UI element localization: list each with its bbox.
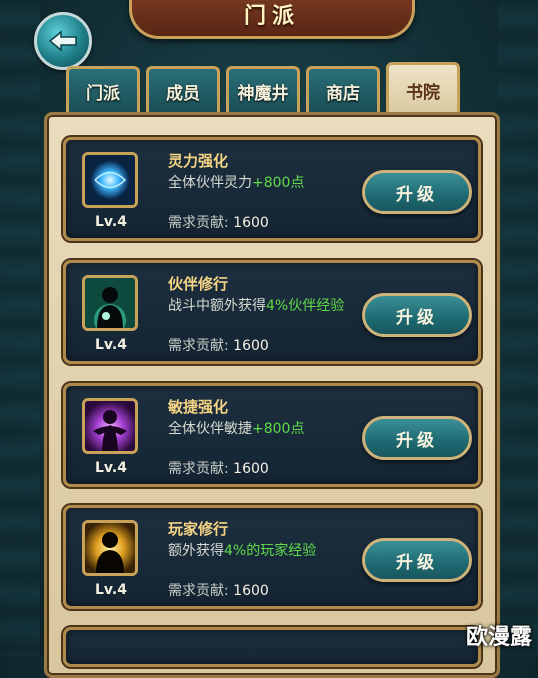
tab-members[interactable]: 成员 — [146, 66, 220, 114]
skill-card: Lv.4 玩家修行 额外获得4%的玩家经验 需求贡献: 1600 升级 — [63, 505, 481, 609]
skill-card: Lv.4 灵力强化 全体伙伴灵力+800点 需求贡献: 1600 升级 — [63, 137, 481, 241]
gold-silhouette-icon — [82, 520, 138, 576]
skill-level: Lv.4 — [95, 214, 127, 230]
back-button[interactable] — [34, 12, 92, 70]
skill-name: 伙伴修行 — [168, 275, 229, 293]
upgrade-button[interactable]: 升级 — [362, 170, 472, 214]
teal-silhouette-icon — [82, 275, 138, 331]
skill-cost: 需求贡献: 1600 — [168, 215, 269, 231]
skill-name: 敏捷强化 — [168, 398, 229, 416]
tab-shop[interactable]: 商店 — [306, 66, 380, 114]
purple-silhouette-icon — [82, 398, 138, 454]
skill-cost: 需求贡献: 1600 — [168, 461, 269, 477]
right-ornament — [498, 0, 538, 657]
skill-cost: 需求贡献: 1600 — [168, 583, 269, 599]
skill-description: 额外获得4%的玩家经验 — [168, 543, 317, 559]
skill-description: 全体伙伴敏捷+800点 — [168, 421, 305, 437]
skill-cost: 需求贡献: 1600 — [168, 338, 269, 354]
watermark: 欧漫露 — [465, 625, 532, 650]
upgrade-button[interactable]: 升级 — [362, 416, 472, 460]
tab-demon-well[interactable]: 神魔井 — [226, 66, 300, 114]
skill-level: Lv.4 — [95, 582, 127, 598]
upgrade-button[interactable]: 升级 — [362, 293, 472, 337]
skills-panel: Lv.4 灵力强化 全体伙伴灵力+800点 需求贡献: 1600 升级 Lv.4… — [44, 112, 500, 678]
page-title: 门派 — [243, 4, 300, 29]
tab-sect[interactable]: 门派 — [66, 66, 140, 114]
tab-academy[interactable]: 书院 — [386, 62, 460, 116]
skill-description: 战斗中额外获得4%伙伴经验 — [168, 298, 345, 314]
skill-card-partial — [63, 627, 481, 667]
upgrade-button[interactable]: 升级 — [362, 538, 472, 582]
left-ornament — [0, 0, 40, 657]
skill-name: 玩家修行 — [168, 520, 229, 538]
skill-name: 灵力强化 — [168, 152, 229, 170]
blue-orb-icon — [82, 152, 138, 208]
tab-bar: 门派 成员 神魔井 商店 书院 — [66, 62, 460, 116]
skill-description: 全体伙伴灵力+800点 — [168, 175, 305, 191]
title-plate: 门派 — [129, 0, 415, 39]
skill-level: Lv.4 — [95, 337, 127, 353]
skill-card: Lv.4 伙伴修行 战斗中额外获得4%伙伴经验 需求贡献: 1600 升级 — [63, 260, 481, 364]
skill-card: Lv.4 敏捷强化 全体伙伴敏捷+800点 需求贡献: 1600 升级 — [63, 383, 481, 487]
back-arrow-icon — [48, 30, 77, 52]
skill-level: Lv.4 — [95, 460, 127, 476]
